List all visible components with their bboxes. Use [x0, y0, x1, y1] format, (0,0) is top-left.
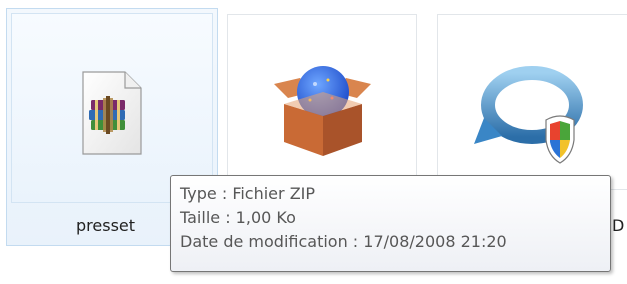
- tooltip-type: Type : Fichier ZIP: [180, 184, 316, 203]
- software-package-box-icon: [274, 66, 371, 156]
- tooltip-date: Date de modification : 17/08/2008 21:20: [180, 232, 507, 251]
- file-info-tooltip: Type : Fichier ZIP Taille : 1,00 Ko Date…: [170, 175, 611, 272]
- winrar-archive-icon: [82, 71, 142, 155]
- tooltip-size: Taille : 1,00 Ko: [180, 208, 296, 227]
- system-restore-shield-icon: [474, 66, 583, 164]
- file-name-label: D: [612, 216, 625, 235]
- file-name-label: presset: [76, 216, 136, 235]
